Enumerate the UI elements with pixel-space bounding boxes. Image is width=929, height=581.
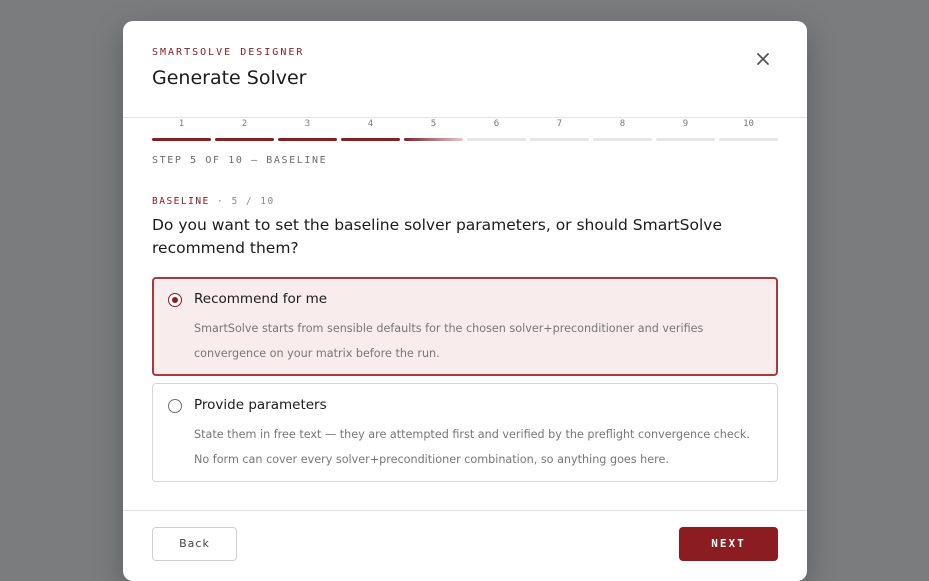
step-number: 1 xyxy=(178,119,185,129)
step-7: 7 xyxy=(530,118,589,144)
option-description-line: SmartSolve starts from sensible defaults… xyxy=(194,322,704,335)
step-6: 6 xyxy=(467,118,526,144)
step-8: 8 xyxy=(593,118,652,144)
option-provide-parameters[interactable]: Provide parameters State them in free te… xyxy=(152,383,778,482)
step-number: 2 xyxy=(241,119,248,129)
step-bar xyxy=(593,138,652,141)
step-bar xyxy=(530,138,589,141)
option-title: Provide parameters xyxy=(194,397,327,413)
step-1: 1 xyxy=(152,118,211,144)
radio-unselected[interactable] xyxy=(168,399,182,413)
radio-selected[interactable] xyxy=(168,293,182,307)
dialog-eyebrow: SMARTSOLVE DESIGNER xyxy=(152,47,305,58)
step-number: 7 xyxy=(556,119,563,129)
step-bar xyxy=(341,138,400,141)
dialog-footer: Back NEXT xyxy=(123,510,807,581)
step-9: 9 xyxy=(656,118,715,144)
step-bar xyxy=(404,138,463,141)
section-count: · 5 / 10 xyxy=(217,196,275,207)
step-number: 10 xyxy=(743,119,754,129)
step-2: 2 xyxy=(215,118,274,144)
step-bar xyxy=(215,138,274,141)
close-icon xyxy=(757,53,769,65)
question-text: Do you want to set the baseline solver p… xyxy=(152,216,722,257)
step-number: 3 xyxy=(304,119,311,129)
step-bar xyxy=(656,138,715,141)
option-description: SmartSolve starts from sensible defaults… xyxy=(194,316,764,366)
step-4: 4 xyxy=(341,118,400,144)
step-bar xyxy=(278,138,337,141)
radio-dot xyxy=(171,296,178,303)
step-5: 5 xyxy=(404,118,463,144)
step-number: 4 xyxy=(367,119,374,129)
option-description-line: No form can cover every solver+precondit… xyxy=(194,453,669,466)
step-number: 9 xyxy=(682,119,689,129)
step-number: 8 xyxy=(619,119,626,129)
option-description-line: convergence on your matrix before the ru… xyxy=(194,347,440,360)
option-title: Recommend for me xyxy=(194,291,328,307)
progress-stepper: 1 2 3 4 5 6 7 8 9 10 xyxy=(152,118,778,144)
step-bar xyxy=(152,138,211,141)
dialog-title: Generate Solver xyxy=(152,67,307,89)
next-button[interactable]: NEXT xyxy=(679,527,778,561)
step-caption: STEP 5 OF 10 — BASELINE xyxy=(152,155,328,166)
step-number: 5 xyxy=(430,119,437,129)
back-button[interactable]: Back xyxy=(152,527,237,561)
step-number: 6 xyxy=(493,119,500,129)
step-bar xyxy=(467,138,526,141)
step-3: 3 xyxy=(278,118,337,144)
section-label: BASELINE · 5 / 10 xyxy=(152,196,275,207)
dialog-header: SMARTSOLVE DESIGNER Generate Solver xyxy=(123,21,807,118)
step-bar xyxy=(719,138,778,141)
close-button[interactable] xyxy=(751,47,775,71)
option-recommend-for-me[interactable]: Recommend for me SmartSolve starts from … xyxy=(152,277,778,376)
generate-solver-dialog: SMARTSOLVE DESIGNER Generate Solver 1 2 3 4… xyxy=(123,21,807,581)
step-10: 10 xyxy=(719,118,778,144)
option-description: State them in free text — they are attem… xyxy=(194,422,764,472)
option-description-line: State them in free text — they are attem… xyxy=(194,428,750,441)
section-name: BASELINE xyxy=(152,196,210,207)
